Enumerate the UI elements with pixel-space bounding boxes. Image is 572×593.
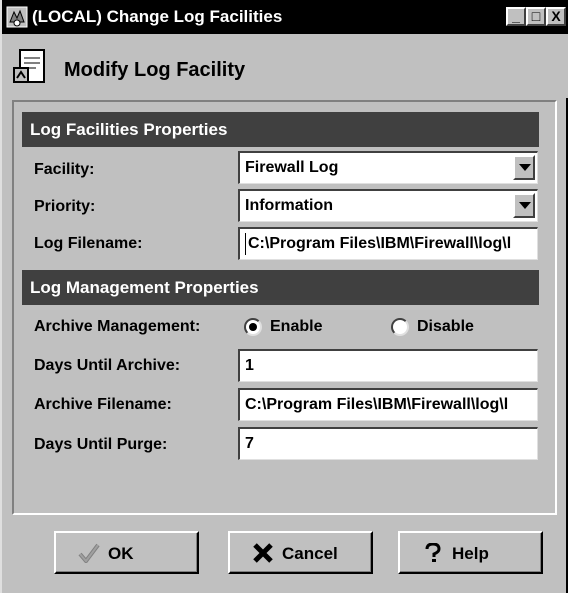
archive-management-label: Archive Management: — [34, 318, 201, 335]
facility-label: Facility: — [34, 161, 95, 178]
archive-filename-input[interactable]: C:\Program Files\IBM\Firewall\log\l — [238, 388, 538, 421]
log-filename-input[interactable]: C:\Program Files\IBM\Firewall\log\l — [238, 227, 538, 260]
ok-button[interactable]: OK — [54, 531, 199, 574]
facility-select[interactable]: Firewall Log — [238, 151, 538, 184]
help-button-label: Help — [452, 544, 489, 563]
window-title: (LOCAL) Change Log Facilities — [32, 7, 283, 26]
ok-button-label: OK — [108, 544, 134, 563]
checkmark-icon — [78, 543, 100, 563]
log-document-icon — [13, 49, 45, 83]
priority-label: Priority: — [34, 198, 96, 215]
facility-value: Firewall Log — [245, 159, 339, 176]
dialog-window: (LOCAL) Change Log Facilities _ □ X Modi… — [0, 0, 568, 593]
archive-filename-label: Archive Filename: — [34, 396, 172, 413]
enable-radio[interactable] — [244, 318, 262, 336]
days-until-purge-label: Days Until Purge: — [34, 436, 168, 453]
disable-radio-label[interactable]: Disable — [417, 318, 474, 336]
x-icon — [253, 543, 273, 563]
cancel-button-label: Cancel — [282, 544, 338, 563]
log-filename-value: C:\Program Files\IBM\Firewall\log\l — [248, 235, 512, 252]
help-button[interactable]: Help — [398, 531, 543, 574]
dialog-header: Modify Log Facility — [2, 34, 568, 98]
log-facilities-section-header: Log Facilities Properties — [22, 112, 539, 147]
priority-select[interactable]: Information — [238, 189, 538, 222]
days-until-archive-input[interactable]: 1 — [238, 349, 538, 382]
minimize-button[interactable]: _ — [506, 7, 526, 26]
days-until-purge-input[interactable]: 7 — [238, 427, 538, 460]
chevron-down-icon[interactable] — [513, 155, 535, 180]
dialog-heading: Modify Log Facility — [64, 59, 246, 81]
text-caret — [245, 233, 246, 255]
days-until-archive-label: Days Until Archive: — [34, 357, 181, 374]
cancel-button[interactable]: Cancel — [228, 531, 373, 574]
priority-value: Information — [245, 197, 333, 214]
log-filename-label: Log Filename: — [34, 235, 143, 252]
close-button[interactable]: X — [546, 7, 566, 26]
maximize-button[interactable]: □ — [526, 7, 546, 26]
question-mark-icon — [425, 543, 441, 562]
log-management-section-header: Log Management Properties — [22, 270, 539, 305]
disable-radio[interactable] — [391, 318, 409, 336]
title-bar[interactable]: (LOCAL) Change Log Facilities _ □ X — [2, 0, 568, 34]
chevron-down-icon[interactable] — [513, 193, 535, 218]
firewall-app-icon — [6, 6, 28, 28]
enable-radio-label[interactable]: Enable — [270, 318, 322, 336]
